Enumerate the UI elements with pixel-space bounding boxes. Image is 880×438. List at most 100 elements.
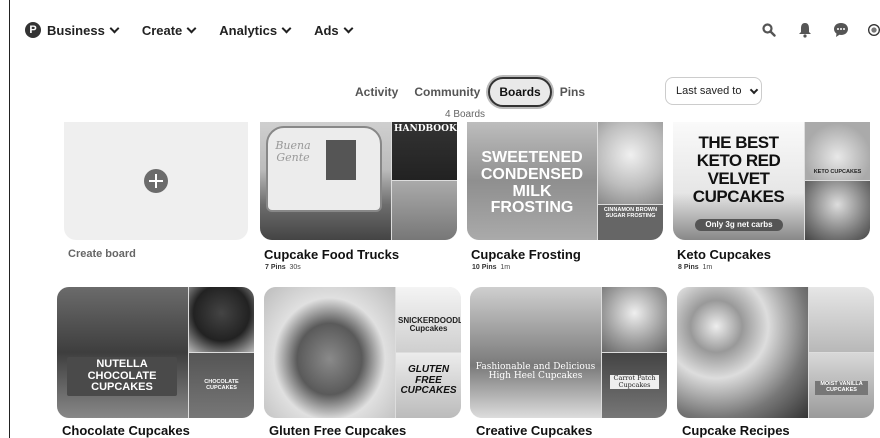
board-cover[interactable]: THE BEST KETO RED VELVET CUPCAKES Only 3… — [673, 122, 870, 240]
cover-side-image-bottom — [805, 181, 870, 240]
cover-side-image-top — [809, 287, 874, 352]
board-meta: 7 Pins 30s — [265, 264, 301, 271]
cover-side-text: KETO CUPCAKES — [813, 169, 862, 175]
cover-side-image-top: SNICKERDOODLE Cupcakes — [396, 287, 461, 352]
pinterest-logo-icon[interactable]: P — [25, 22, 41, 38]
cover-main-image: Buena Gente — [260, 122, 391, 240]
cover-text: Fashionable and Delicious High Heel Cupc… — [475, 362, 596, 382]
cover-side-text: HANDBOOK — [394, 124, 457, 134]
chevron-down-icon — [343, 23, 354, 33]
search-icon[interactable] — [760, 21, 778, 39]
tab-activity[interactable]: Activity — [347, 79, 406, 105]
nav-ads-label: Ads — [314, 22, 339, 38]
cover-text: THE BEST KETO RED VELVET CUPCAKES — [692, 133, 785, 206]
boards-count: 4 Boards — [444, 109, 486, 120]
pin-count: 8 Pins — [678, 264, 699, 271]
create-board-tile[interactable] — [64, 122, 248, 240]
cover-side-image-top — [598, 122, 663, 204]
profile-avatar-icon[interactable] — [868, 21, 880, 39]
cover-text: NUTELLA CHOCOLATE CUPCAKES — [67, 357, 177, 396]
board-card[interactable]: MOIST VANILLA CUPCAKES Cupcake Recipes — [677, 287, 877, 438]
cover-side-text: SNICKERDOODLE Cupcakes — [398, 316, 461, 334]
tab-pins[interactable]: Pins — [552, 79, 593, 105]
board-card[interactable]: THE BEST KETO RED VELVET CUPCAKES Only 3… — [673, 122, 873, 272]
chevron-down-icon — [750, 85, 759, 94]
cover-main-image: THE BEST KETO RED VELVET CUPCAKES Only 3… — [673, 122, 804, 240]
board-title[interactable]: Creative Cupcakes — [476, 423, 592, 438]
cover-side-image-top — [602, 287, 667, 352]
cover-side-text-2: GLUTEN FREE CUPCAKES — [400, 364, 457, 396]
create-board-label[interactable]: Create board — [68, 248, 136, 260]
notifications-bell-icon[interactable] — [796, 21, 814, 39]
cover-side-image-bottom: CINNAMON BROWN SUGAR FROSTING — [598, 205, 663, 240]
nav-analytics-label: Analytics — [219, 22, 278, 38]
chevron-down-icon — [109, 23, 120, 33]
board-title[interactable]: Cupcake Recipes — [682, 423, 790, 438]
cover-side-image-bottom: MOIST VANILLA CUPCAKES — [809, 353, 874, 418]
sort-label: Last saved to — [676, 85, 742, 97]
top-bar: P Business Create Analytics Ads — [11, 0, 880, 62]
board-time: 30s — [289, 264, 301, 271]
create-board-card[interactable]: Create board — [64, 122, 248, 262]
cover-main-image — [264, 287, 395, 418]
cover-main-image: SWEETENED CONDENSED MILK FROSTING — [467, 122, 597, 240]
truck-window — [326, 140, 356, 180]
sort-dropdown[interactable]: Last saved to — [665, 77, 762, 105]
nav-analytics[interactable]: Analytics — [219, 22, 292, 38]
cover-side-image-bottom: Carrot Patch Cupcakes — [602, 353, 667, 418]
board-cover[interactable]: SNICKERDOODLE Cupcakes GLUTEN FREE CUPCA… — [264, 287, 461, 418]
messages-icon[interactable] — [832, 21, 850, 39]
board-title[interactable]: Chocolate Cupcakes — [62, 423, 190, 438]
board-card[interactable]: SNICKERDOODLE Cupcakes GLUTEN FREE CUPCA… — [264, 287, 464, 438]
boards-count-row: 4 Boards — [0, 109, 880, 120]
board-card[interactable]: Buena Gente HANDBOOK Cupcake Food Trucks… — [260, 122, 460, 272]
nav-ads[interactable]: Ads — [314, 22, 354, 38]
chevron-down-icon — [186, 23, 197, 33]
board-title[interactable]: Cupcake Food Trucks — [264, 247, 399, 262]
board-cover[interactable]: MOIST VANILLA CUPCAKES — [677, 287, 874, 418]
pin-count: 10 Pins — [472, 264, 497, 271]
board-cover[interactable]: SWEETENED CONDENSED MILK FROSTING CINNAM… — [467, 122, 663, 240]
board-meta: 8 Pins 1m — [678, 264, 712, 271]
board-title[interactable]: Keto Cupcakes — [677, 247, 771, 262]
board-card[interactable]: NUTELLA CHOCOLATE CUPCAKES CHOCOLATE CUP… — [57, 287, 257, 438]
nav-business-label: Business — [47, 22, 105, 38]
cover-text: SWEETENED CONDENSED MILK FROSTING — [480, 149, 584, 217]
pin-count: 7 Pins — [265, 264, 286, 271]
board-time: 1m — [702, 264, 713, 271]
cover-side-image-top: HANDBOOK — [392, 122, 457, 180]
board-title[interactable]: Cupcake Frosting — [471, 247, 581, 262]
board-cover[interactable]: NUTELLA CHOCOLATE CUPCAKES CHOCOLATE CUP… — [57, 287, 254, 418]
board-card[interactable]: SWEETENED CONDENSED MILK FROSTING CINNAM… — [467, 122, 667, 272]
cover-text: Buena Gente — [275, 139, 311, 164]
cover-side-image-bottom: CHOCOLATE CUPCAKES — [189, 353, 254, 418]
window-edge — [0, 0, 10, 438]
cover-main-image: Fashionable and Delicious High Heel Cupc… — [470, 287, 601, 418]
board-time: 1m — [500, 264, 511, 271]
cover-side-image-top: KETO CUPCAKES — [805, 122, 870, 180]
board-meta: 10 Pins 1m — [472, 264, 510, 271]
nav-business[interactable]: Business — [47, 22, 120, 38]
board-card[interactable]: Fashionable and Delicious High Heel Cupc… — [470, 287, 670, 438]
tab-community[interactable]: Community — [406, 79, 488, 105]
tab-boards[interactable]: Boards — [488, 77, 552, 107]
top-icons — [760, 21, 880, 39]
profile-tabs: Activity Community Boards Pins — [347, 77, 593, 107]
cover-side-text: MOIST VANILLA CUPCAKES — [815, 381, 868, 395]
board-title[interactable]: Gluten Free Cupcakes — [269, 423, 406, 438]
cover-side-image-top — [189, 287, 254, 352]
cover-note: Only 3g net carbs — [695, 219, 783, 232]
chevron-down-icon — [281, 23, 292, 33]
cover-side-text: CHOCOLATE CUPCAKES — [204, 379, 239, 391]
cover-side-image-bottom: GLUTEN FREE CUPCAKES — [396, 353, 461, 418]
cover-main-image — [677, 287, 808, 418]
plus-icon — [144, 169, 168, 193]
main-nav: P Business Create Analytics Ads — [25, 22, 376, 38]
cover-side-text: CINNAMON BROWN SUGAR FROSTING — [603, 207, 658, 219]
cover-side-image-bottom — [392, 181, 457, 240]
nav-create[interactable]: Create — [141, 22, 197, 38]
nav-create-label: Create — [141, 22, 183, 38]
cover-main-image: NUTELLA CHOCOLATE CUPCAKES — [57, 287, 188, 418]
board-cover[interactable]: Fashionable and Delicious High Heel Cupc… — [470, 287, 667, 418]
board-cover[interactable]: Buena Gente HANDBOOK — [260, 122, 457, 240]
